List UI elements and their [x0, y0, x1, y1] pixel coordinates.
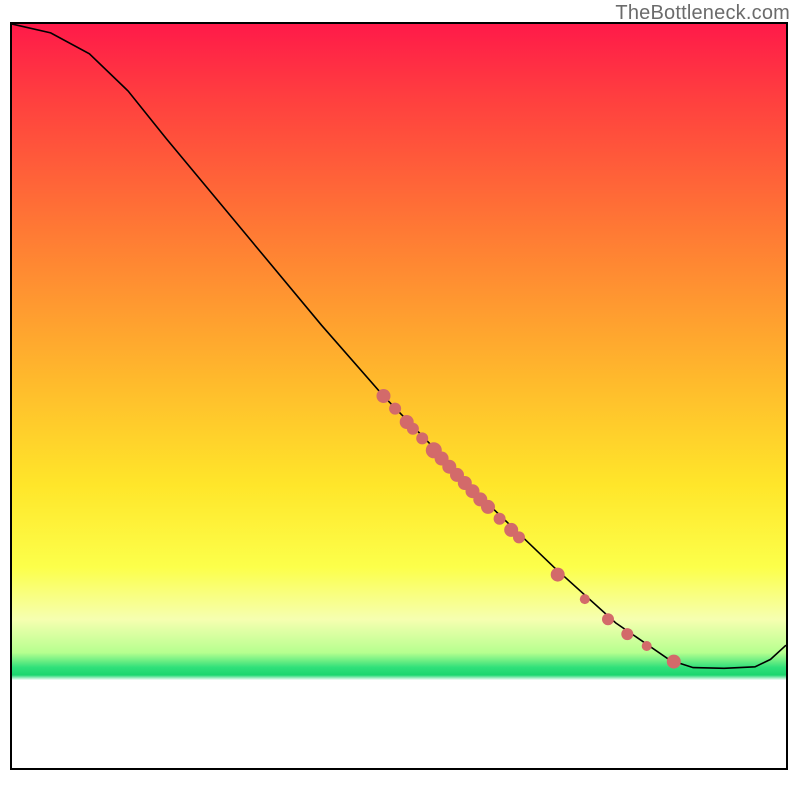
data-point [667, 655, 681, 669]
chart-container: TheBottleneck.com [0, 0, 800, 800]
data-point [494, 513, 506, 525]
data-point [642, 641, 652, 651]
data-point [416, 432, 428, 444]
data-point [389, 403, 401, 415]
chart-svg [12, 24, 786, 768]
data-point [602, 613, 614, 625]
data-point [407, 423, 419, 435]
data-point [551, 568, 565, 582]
plot-area [10, 22, 788, 770]
data-point [513, 531, 525, 543]
data-point [621, 628, 633, 640]
data-point [481, 500, 495, 514]
curve-path [12, 24, 786, 668]
data-point [580, 594, 590, 604]
data-points [377, 389, 681, 669]
data-point [377, 389, 391, 403]
